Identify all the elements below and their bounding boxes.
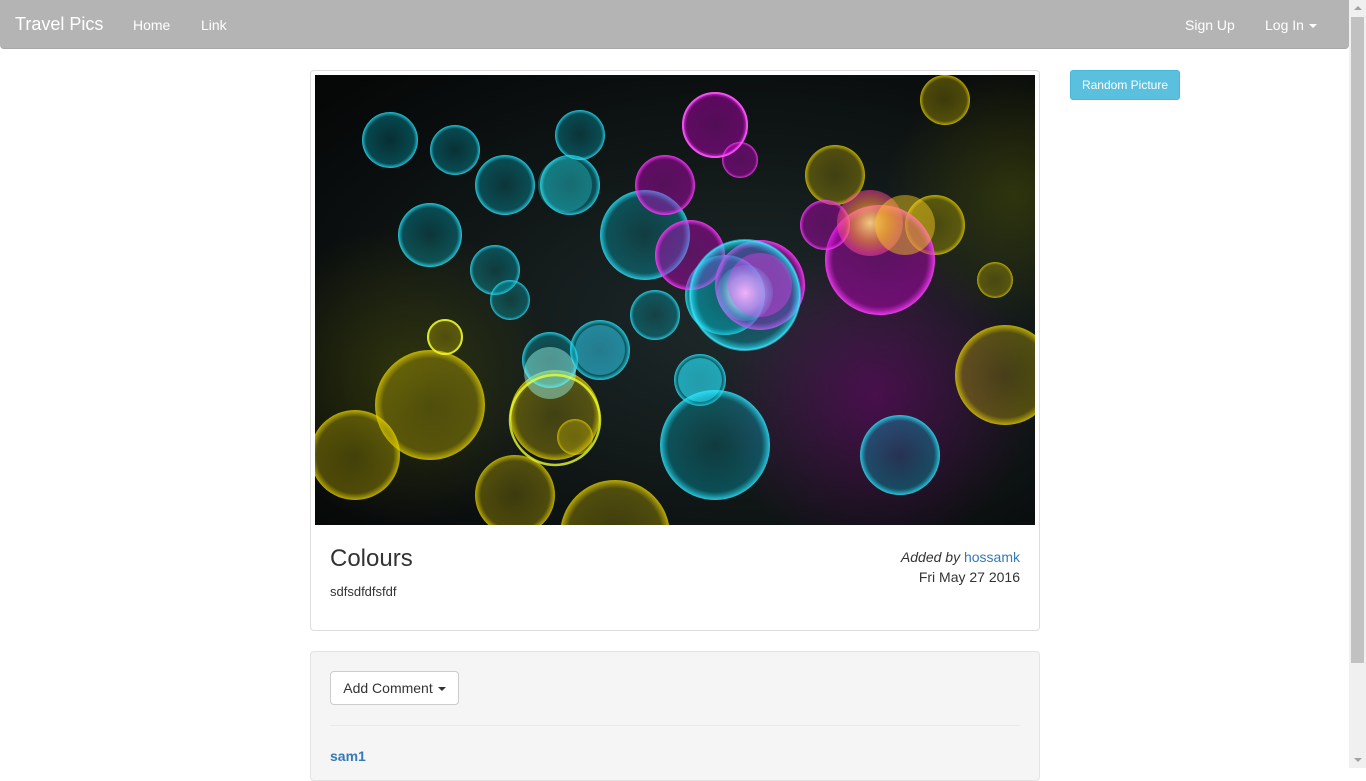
added-by-label: Added by	[900, 549, 961, 565]
log-in-label: Log In	[1265, 17, 1304, 33]
picture-date: Fri May 27 2016	[918, 569, 1020, 585]
vertical-scrollbar[interactable]	[1349, 0, 1366, 768]
top-navbar: Travel Pics Home Link Sign Up Log In	[0, 0, 1349, 49]
comment-author-link[interactable]: sam1	[330, 748, 366, 764]
picture-meta: Added by hossamk Fri May 27 2016	[901, 547, 1020, 587]
nav-home-link[interactable]: Home	[133, 17, 170, 33]
brand-link[interactable]: Travel Pics	[15, 14, 103, 35]
picture-description: sdfsdfdfsfdf	[330, 584, 397, 599]
scroll-down-arrow-icon[interactable]	[1349, 751, 1366, 768]
comments-section: Add Comment sam1	[310, 651, 1040, 781]
caret-down-icon	[1308, 24, 1317, 29]
picture-image	[315, 75, 1035, 525]
add-comment-label: Add Comment	[343, 680, 433, 696]
author-link[interactable]: hossamk	[964, 549, 1020, 565]
nav-link-link[interactable]: Link	[201, 17, 227, 33]
comment-divider	[330, 725, 1020, 726]
caret-down-icon	[437, 687, 446, 692]
sign-up-link[interactable]: Sign Up	[1185, 17, 1235, 33]
picture-panel: Colours sdfsdfdfsfdf Added by hossamk Fr…	[310, 70, 1040, 631]
added-by-line: Added by hossamk	[901, 547, 1020, 567]
picture-title: Colours	[330, 545, 413, 572]
scroll-up-arrow-icon[interactable]	[1349, 0, 1366, 17]
random-picture-button[interactable]: Random Picture	[1070, 70, 1180, 100]
add-comment-button[interactable]: Add Comment	[330, 671, 459, 705]
log-in-dropdown[interactable]: Log In	[1265, 17, 1317, 33]
scrollbar-thumb[interactable]	[1351, 17, 1364, 663]
bokeh-photo-icon	[315, 75, 1035, 525]
